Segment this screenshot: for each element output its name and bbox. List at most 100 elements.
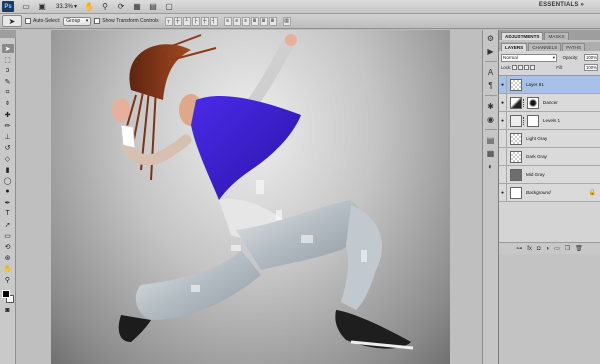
marquee-tool-icon[interactable]: ⬚ <box>2 55 14 64</box>
eraser-tool-icon[interactable]: ◇ <box>2 154 14 163</box>
3d-orbit-tool-icon[interactable]: ⊛ <box>2 253 14 262</box>
layer-row-layer-61[interactable]: ● Layer 61 <box>499 75 600 94</box>
tab-adjustments[interactable]: ADJUSTMENTS <box>501 32 544 40</box>
type-tool-icon[interactable]: T <box>2 209 14 218</box>
zoom-icon[interactable]: ⚲ <box>99 2 111 11</box>
eyedropper-tool-icon[interactable]: ⌽ <box>2 99 14 108</box>
dock-divider <box>484 61 497 62</box>
minibridge-icon[interactable]: ▣ <box>36 2 48 11</box>
character-icon[interactable]: A <box>485 66 497 78</box>
move-tool-icon[interactable]: ➤ <box>1 44 14 53</box>
layer-row-levels-1[interactable]: ● Levels 1 <box>499 111 600 130</box>
arrange-documents-icon[interactable]: ▤ <box>147 2 159 11</box>
histogram-icon[interactable]: ◐ <box>485 160 497 172</box>
auto-align-icon[interactable]: ▥ <box>282 16 291 26</box>
dodge-tool-icon[interactable]: ● <box>2 187 14 196</box>
foreground-color-swatch[interactable] <box>1 290 10 298</box>
screen-mode-icon[interactable]: ▢ <box>163 2 175 11</box>
tab-masks[interactable]: MASKS <box>544 32 569 40</box>
clone-source-icon[interactable]: ◉ <box>485 113 497 125</box>
layer-mask-thumbnail[interactable] <box>527 96 539 109</box>
lock-position-icon[interactable] <box>524 65 530 70</box>
history-brush-tool-icon[interactable]: ↺ <box>2 143 14 152</box>
new-adjustment-icon[interactable]: ◑ <box>545 246 549 252</box>
brush-presets-icon[interactable]: ✱ <box>485 100 497 112</box>
layer-row-background[interactable]: ● Background 🔒 <box>499 183 600 202</box>
bridge-icon[interactable]: ▭ <box>20 2 32 11</box>
new-group-icon[interactable]: ▭ <box>554 245 560 252</box>
fill-field[interactable]: 100% <box>584 64 598 71</box>
visibility-eye-icon[interactable]: ● <box>499 183 507 202</box>
lock-transparency-icon[interactable] <box>512 65 518 70</box>
grid-icon[interactable]: ▦ <box>131 2 143 11</box>
hand-icon[interactable]: ✋ <box>83 2 95 11</box>
distribute-hcenter-icon[interactable]: Ⅲ <box>259 16 268 26</box>
distribute-right-icon[interactable]: Ⅲ <box>268 16 277 26</box>
zoom-level-select[interactable]: 33.3% ▾ <box>56 3 77 11</box>
add-mask-icon[interactable]: ◘ <box>537 246 541 252</box>
align-bottom-icon[interactable]: ┴ <box>182 16 191 26</box>
color-swatches[interactable] <box>1 290 14 304</box>
distribute-left-icon[interactable]: Ⅲ <box>250 16 259 26</box>
lasso-tool-icon[interactable]: ↄ <box>2 66 14 75</box>
new-layer-icon[interactable]: ❐ <box>565 245 570 252</box>
crop-tool-icon[interactable]: ⌗ <box>2 88 14 97</box>
tab-layers[interactable]: LAYERS <box>501 43 528 51</box>
layer-style-icon[interactable]: fx <box>527 246 532 252</box>
visibility-eye-icon[interactable]: ● <box>499 111 507 130</box>
workspace-switcher[interactable]: ESSENTIALS » <box>539 2 584 8</box>
auto-select-checkbox[interactable]: Auto-Select: <box>25 18 60 24</box>
visibility-eye-icon[interactable] <box>499 129 507 148</box>
pen-tool-icon[interactable]: ✒ <box>2 198 14 207</box>
distribute-vcenter-icon[interactable]: ≡ <box>232 16 241 26</box>
paragraph-icon[interactable]: ¶ <box>485 79 497 91</box>
quick-select-tool-icon[interactable]: ✎ <box>2 77 14 86</box>
layer-mask-thumbnail[interactable] <box>527 114 539 127</box>
align-top-icon[interactable]: ┬ <box>164 16 173 26</box>
hand-tool-icon[interactable]: ✋ <box>2 264 14 273</box>
path-selection-tool-icon[interactable]: ➚ <box>2 220 14 229</box>
layer-row-dark-gray[interactable]: Dark Gray <box>499 147 600 166</box>
visibility-eye-icon[interactable] <box>499 165 507 184</box>
info-icon[interactable]: ▦ <box>485 147 497 159</box>
checkbox-icon <box>25 18 31 24</box>
visibility-eye-icon[interactable] <box>499 147 507 166</box>
lock-all-icon[interactable] <box>530 65 536 70</box>
distribute-bottom-icon[interactable]: ≡ <box>241 16 250 26</box>
shape-tool-icon[interactable]: ▭ <box>2 231 14 240</box>
align-hcenter-icon[interactable]: ┼ <box>200 16 209 26</box>
delete-layer-icon[interactable]: 🗑 <box>575 245 583 252</box>
gradient-tool-icon[interactable]: ▮ <box>2 165 14 174</box>
navigator-icon[interactable]: ▤ <box>485 134 497 146</box>
healing-brush-tool-icon[interactable]: ✚ <box>2 110 14 119</box>
tab-paths[interactable]: PATHS <box>562 43 585 51</box>
tab-channels[interactable]: CHANNELS <box>528 43 562 51</box>
show-transform-controls-checkbox[interactable]: Show Transform Controls <box>94 18 159 24</box>
visibility-eye-icon[interactable]: ● <box>499 75 507 94</box>
layer-row-light-gray[interactable]: Light Gray <box>499 129 600 148</box>
visibility-eye-icon[interactable]: ● <box>499 93 507 112</box>
blend-mode-select[interactable]: Normal ▾ <box>501 53 557 62</box>
zoom-tool-icon[interactable]: ⚲ <box>2 275 14 284</box>
align-left-icon[interactable]: ├ <box>191 16 200 26</box>
layer-row-mid-gray[interactable]: Mid Gray <box>499 165 600 184</box>
actions-icon[interactable]: ▶ <box>485 45 497 57</box>
quick-mask-icon[interactable]: ◙ <box>2 306 14 315</box>
auto-select-dropdown[interactable]: Group ▾ <box>63 16 92 26</box>
document-canvas[interactable] <box>51 30 450 364</box>
tool-preset-picker[interactable]: ➤ <box>2 15 22 27</box>
lock-image-icon[interactable] <box>518 65 524 70</box>
history-icon[interactable]: ⚙ <box>485 32 497 44</box>
link-layers-icon[interactable]: ⊶ <box>516 245 522 252</box>
brush-tool-icon[interactable]: ✏ <box>2 121 14 130</box>
rotate-icon[interactable]: ⟳ <box>115 2 127 11</box>
align-right-icon[interactable]: ┤ <box>209 16 218 26</box>
distribute-top-icon[interactable]: ≡ <box>223 16 232 26</box>
blur-tool-icon[interactable]: ◯ <box>2 176 14 185</box>
layer-row-dancer[interactable]: ● Dancer <box>499 93 600 112</box>
align-vcenter-icon[interactable]: ┼ <box>173 16 182 26</box>
clone-stamp-tool-icon[interactable]: ⊥ <box>2 132 14 141</box>
opacity-field[interactable]: 100% <box>583 54 598 61</box>
tools-panel-header[interactable] <box>0 30 16 38</box>
3d-rotate-tool-icon[interactable]: ⟲ <box>2 242 14 251</box>
